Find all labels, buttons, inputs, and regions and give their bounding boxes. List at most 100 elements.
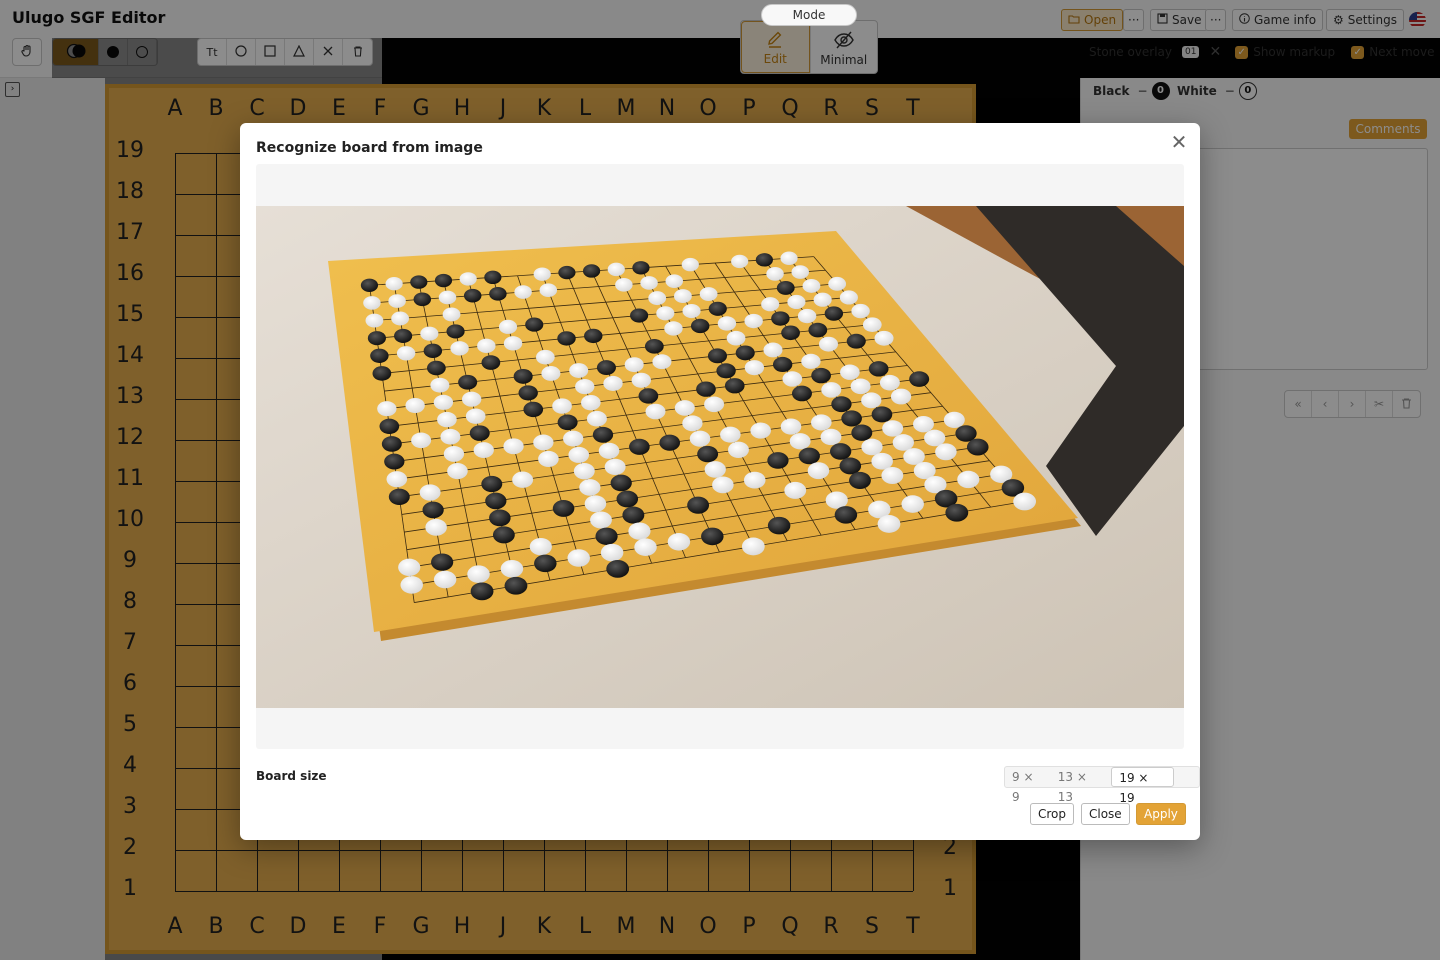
photo-stone [372,366,392,381]
photo-stone [871,452,893,470]
photo-stone [459,272,477,286]
photo-stone [862,317,882,332]
photo-stone [807,462,830,480]
photo-stone [841,410,862,427]
photo-stone [966,438,989,456]
photo-stone [846,333,866,349]
photo-stone [538,450,559,467]
photo-stone [879,374,900,391]
size-13-button[interactable]: 13 × 13 [1051,767,1112,804]
photo-stone [411,432,432,449]
photo-stone [400,576,423,594]
photo-stone [801,353,821,369]
photo-stone [518,385,538,401]
photo-stone [813,292,832,307]
photo-stone [379,418,400,434]
photo-stone [717,316,737,331]
photo-stone [606,559,630,578]
photo-stone [568,446,590,463]
photo-stone [465,408,486,424]
photo-stone [909,371,930,387]
photo-stone [750,422,771,439]
photo-stone [629,438,650,455]
photo-stone [712,476,734,494]
photo-stone [656,306,675,321]
photo-stone [558,265,576,280]
photo-stone [834,506,858,524]
photo-stone [648,291,667,306]
photo-stone [704,396,725,413]
photo-stone [405,397,425,414]
apply-button[interactable]: Apply [1136,803,1186,825]
photo-stone [945,503,969,522]
photo-stone [425,518,447,536]
photo-stone [744,360,765,376]
photo-stone [398,558,421,576]
photo-stone [592,426,614,443]
photo-stone [955,425,977,442]
photo-stone [784,481,807,499]
photo-stone [820,428,842,446]
photo-stone [851,424,873,441]
photo-stone [634,538,657,556]
photo-stone [831,396,852,413]
size-19-button[interactable]: 19 × 19 [1111,767,1174,805]
photo-stone [438,290,457,305]
photo-stone [595,527,618,545]
photo-stone [818,336,839,352]
photo-stone [430,377,450,393]
photo-stone [584,328,603,344]
photo-stone [604,458,626,476]
photo-stone [535,349,555,365]
photo-stone [370,348,389,363]
photo-stone [607,262,625,277]
mode-label: Mode [761,4,857,26]
photo-stone [1013,492,1037,511]
photo-stone [582,264,601,278]
photo-stone [720,426,741,443]
photo-stone [557,331,576,346]
close-icon[interactable]: ✕ [1168,131,1190,153]
photo-stone [781,325,800,341]
photo-stone [881,466,904,485]
photo-stone [552,398,572,414]
photo-stone [741,537,765,556]
photo-stone [664,321,683,336]
photo-stone [877,515,901,533]
photo-stone [924,429,946,447]
crop-button[interactable]: Crop [1030,803,1075,825]
photo-stone [616,490,639,508]
photo-stone [492,526,515,544]
size-9-button[interactable]: 9 × 9 [1005,767,1051,804]
board-size-selector: 9 × 9 13 × 13 19 × 19 [1004,766,1200,805]
photo-stone [388,294,406,308]
photo-stone [935,443,957,461]
photo-stone [461,391,482,407]
image-frame [256,164,1184,749]
photo-stone [696,381,716,397]
photo-stone [707,348,727,364]
board-photo[interactable] [256,206,1184,708]
photo-stone [586,410,607,427]
photo-stone [682,303,701,319]
photo-stone [381,436,402,452]
photo-stone [755,253,773,267]
photo-stone [481,475,503,493]
photo-stone [957,470,980,489]
photo-stone [763,342,783,358]
photo-stone [645,403,666,420]
photo-stone [422,501,444,519]
close-button[interactable]: Close [1081,803,1130,825]
photo-stone [776,280,795,295]
photo-stone [716,363,736,379]
photo-stone [780,251,798,265]
photo-stone [687,496,710,514]
photo-stone [726,330,746,346]
photo-stone [534,554,557,573]
photo-stone [410,275,428,289]
photo-stone [446,324,465,339]
photo-stone [851,303,870,319]
photo-stone [743,471,766,489]
photo-stone [728,441,749,458]
photo-stone [365,313,384,328]
